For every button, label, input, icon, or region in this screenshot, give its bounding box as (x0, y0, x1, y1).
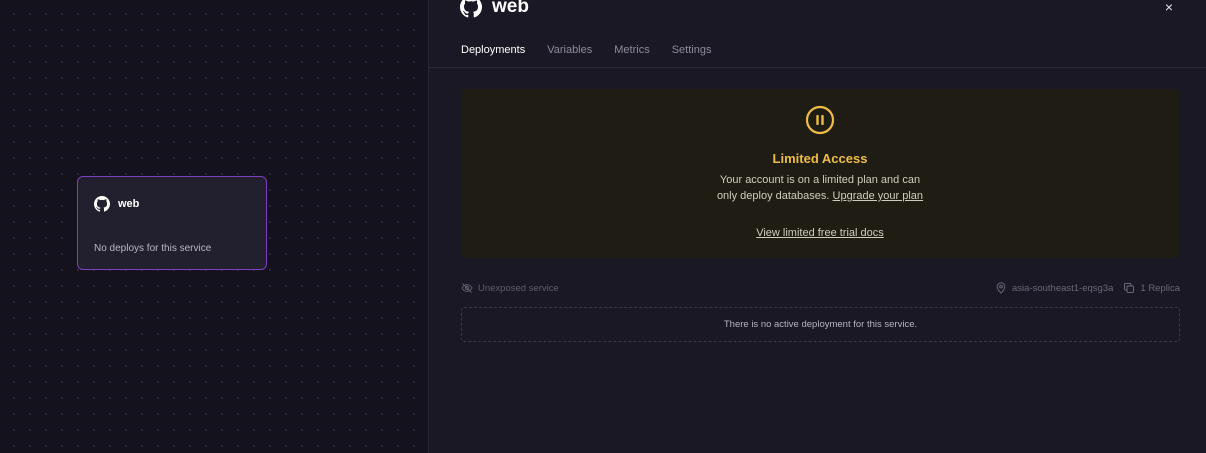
service-card-web[interactable]: web No deploys for this service (77, 176, 267, 270)
tab-deployments[interactable]: Deployments (461, 44, 525, 56)
free-trial-docs-link[interactable]: View limited free trial docs (756, 227, 884, 239)
github-icon (94, 196, 110, 212)
exposure-label: Unexposed service (478, 282, 559, 294)
empty-deployments: There is no active deployment for this s… (461, 307, 1180, 342)
map-pin-icon (995, 282, 1007, 294)
github-icon (460, 0, 482, 18)
service-panel: web × Deployments Variables Metrics Sett… (429, 0, 1206, 453)
tabs-divider (429, 67, 1206, 68)
tab-variables[interactable]: Variables (547, 44, 592, 56)
panel-title: web (492, 0, 529, 17)
replica-count: 1 Replica (1140, 282, 1180, 294)
close-button[interactable]: × (1162, 0, 1176, 14)
banner-message: Your account is on a limited plan and ca… (461, 172, 1179, 204)
limited-access-banner: Limited Access Your account is on a limi… (461, 89, 1179, 258)
service-meta-row: Unexposed service asia-southeast1-eqsg3a (461, 282, 1180, 298)
pause-icon (805, 105, 835, 135)
eye-off-icon (461, 282, 473, 294)
banner-docs: View limited free trial docs (461, 227, 1179, 239)
banner-message-line-1: Your account is on a limited plan and ca… (719, 174, 921, 186)
upgrade-plan-link[interactable]: Upgrade your plan (833, 190, 924, 202)
project-canvas[interactable]: web No deploys for this service (0, 0, 428, 453)
panel-tabs: Deployments Variables Metrics Settings (461, 44, 711, 56)
banner-message-line-2: only deploy databases. Upgrade your plan (461, 188, 1179, 204)
tab-settings[interactable]: Settings (672, 44, 712, 56)
banner-title: Limited Access (772, 151, 868, 166)
service-card-status: No deploys for this service (94, 243, 212, 254)
exposure-status: Unexposed service (461, 282, 559, 294)
panel-header: web (460, 0, 529, 18)
service-card-title: web (118, 198, 140, 210)
copy-icon (1123, 282, 1135, 294)
banner-message-prefix: only deploy databases. (716, 190, 833, 202)
tab-metrics[interactable]: Metrics (614, 44, 649, 56)
deployment-meta: asia-southeast1-eqsg3a 1 Replica (995, 282, 1180, 294)
service-card-header: web (94, 196, 139, 212)
app-root: web No deploys for this service web × De… (0, 0, 1206, 453)
region-label: asia-southeast1-eqsg3a (1011, 282, 1114, 294)
